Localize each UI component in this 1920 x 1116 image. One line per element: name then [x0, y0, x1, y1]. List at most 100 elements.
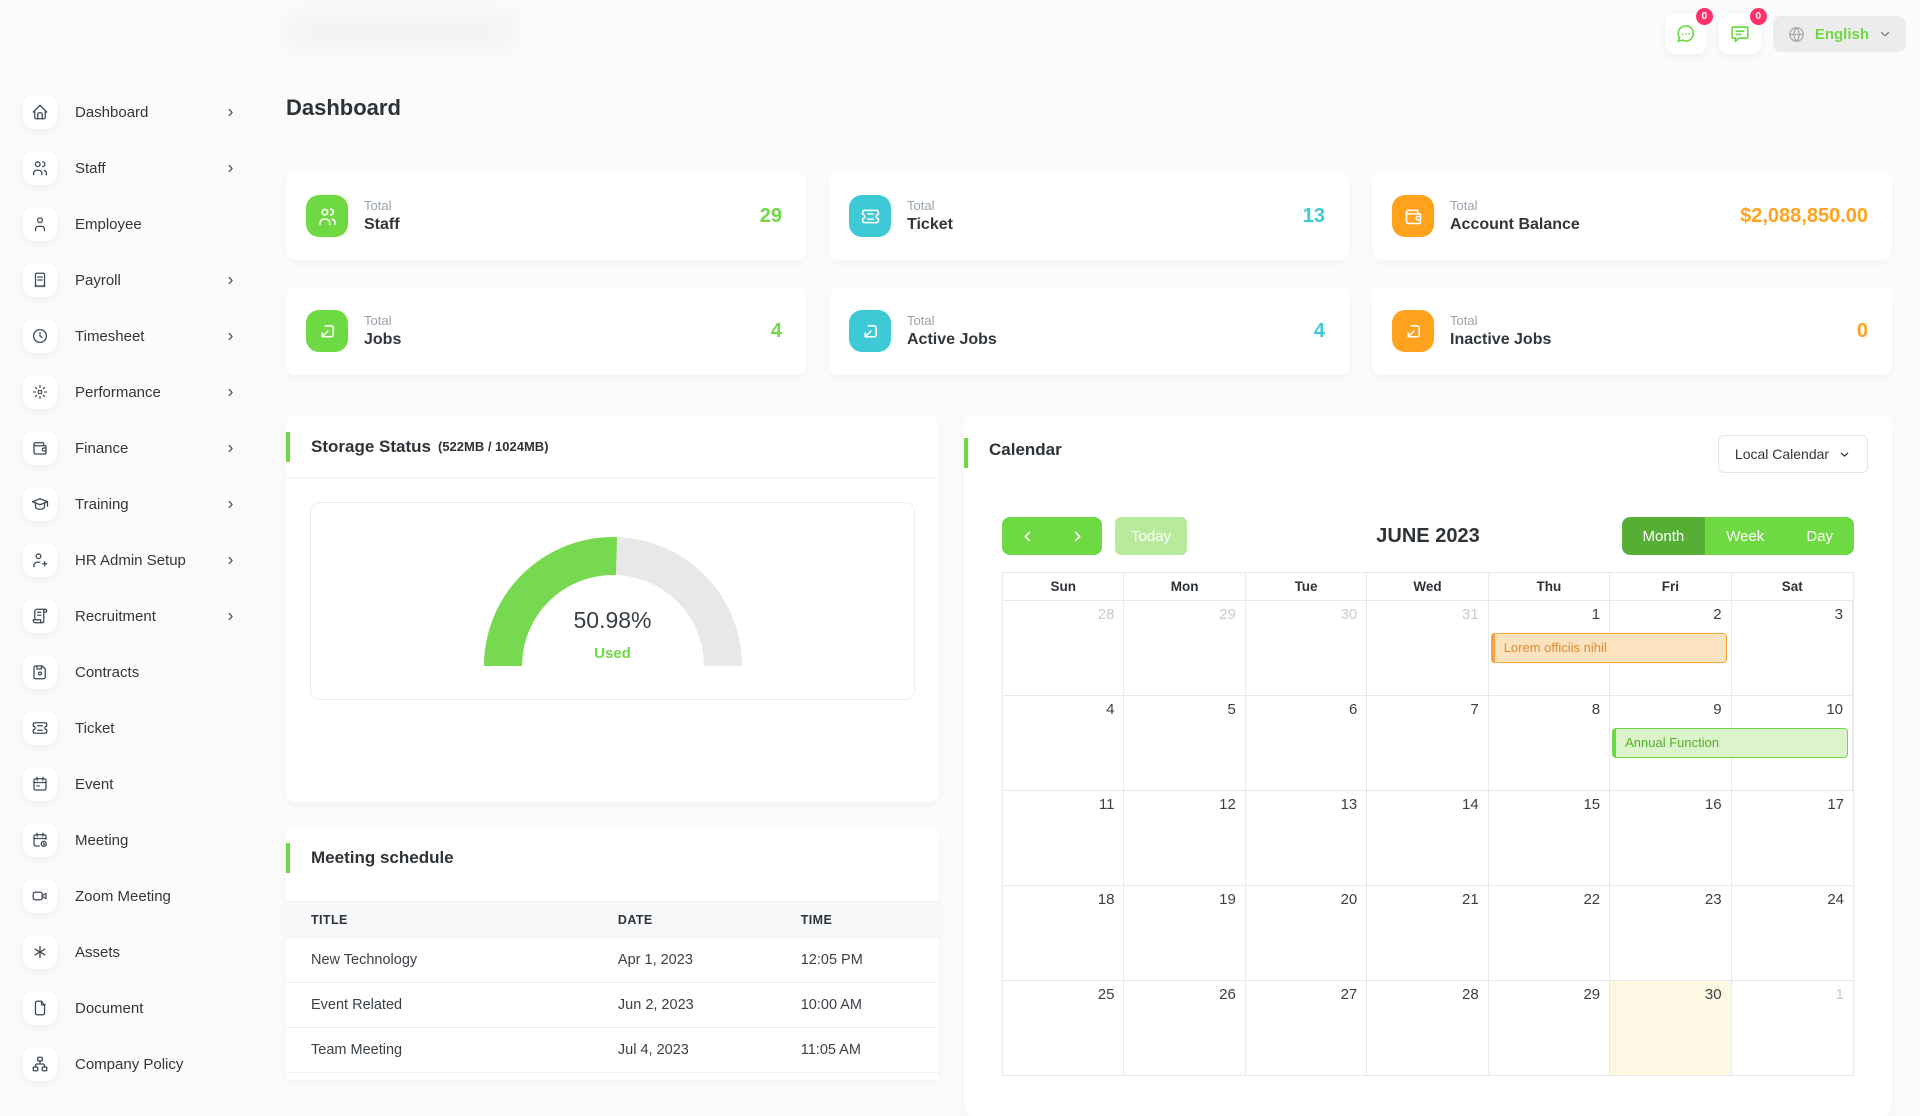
stat-card-value: 4: [771, 320, 782, 343]
globe-icon: [1787, 25, 1806, 44]
prev-month-button[interactable]: [1002, 517, 1052, 555]
calendar-day-header-mon: Mon: [1124, 573, 1245, 600]
sidebar-item-payroll[interactable]: Payroll: [0, 252, 262, 308]
sidebar-item-dashboard[interactable]: Dashboard: [0, 84, 262, 140]
table-header-row: TITLEDATETIME: [286, 902, 939, 938]
chevron-down-icon: [1838, 448, 1851, 461]
sidebar-item-performance[interactable]: Performance: [0, 364, 262, 420]
sidebar-item-finance[interactable]: Finance: [0, 420, 262, 476]
calendar-card: Calendar Local Calendar Today JUNE 2023 …: [964, 416, 1892, 1116]
calendar-day-cell-16[interactable]: 16: [1610, 791, 1731, 885]
calendar-day-cell-28[interactable]: 28: [1367, 981, 1488, 1075]
calendar-nav-group: [1002, 517, 1102, 555]
sidebar-item-recruitment[interactable]: Recruitment: [0, 588, 262, 644]
stat-card-text: Total Account Balance: [1450, 198, 1580, 234]
language-selector[interactable]: English: [1773, 16, 1906, 52]
calendar-day-cell-30[interactable]: 30: [1610, 981, 1731, 1075]
calendar-day-cell-26[interactable]: 26: [1124, 981, 1245, 1075]
sidebar-item-meeting[interactable]: Meeting: [0, 812, 262, 868]
calendar-day-cell-3[interactable]: 3: [1732, 601, 1853, 695]
calendar-day-cell-31[interactable]: 31: [1367, 601, 1488, 695]
notifications-button[interactable]: 0: [1719, 14, 1761, 54]
sidebar-item-label: Finance: [75, 440, 128, 457]
hierarchy-icon: [23, 1047, 57, 1081]
accent-bar: [286, 843, 290, 873]
stat-card-text: Total Active Jobs: [907, 313, 997, 349]
messages-badge: 0: [1696, 8, 1713, 25]
calendar-day-cell-19[interactable]: 19: [1124, 886, 1245, 980]
sidebar-nav: DashboardStaffEmployeePayrollTimesheetPe…: [0, 84, 262, 1092]
sidebar-item-contracts[interactable]: Contracts: [0, 644, 262, 700]
chevron-right-icon: [225, 443, 236, 454]
table-cell: 10:00 AM: [776, 983, 939, 1028]
floppy-icon: [23, 655, 57, 689]
calendar-clock-icon: [23, 823, 57, 857]
today-button[interactable]: Today: [1115, 517, 1187, 555]
calendar-day-cell-27[interactable]: 27: [1246, 981, 1367, 1075]
storage-percent: 50.98%: [311, 607, 914, 634]
screen-share-icon: [1392, 310, 1434, 352]
calendar-event[interactable]: Annual Function: [1612, 728, 1848, 758]
sidebar-item-event[interactable]: Event: [0, 756, 262, 812]
calendar-day-cell-1[interactable]: 1: [1732, 981, 1853, 1075]
calendar-day-cell-4[interactable]: 4: [1003, 696, 1124, 790]
column-header-title: TITLE: [286, 902, 593, 938]
calendar-day-cell-13[interactable]: 13: [1246, 791, 1367, 885]
stat-cards-grid: TotalStaff29TotalTicket13TotalAccount Ba…: [286, 172, 1892, 375]
stat-card-text: TotalJobs: [364, 313, 401, 349]
next-month-button[interactable]: [1052, 517, 1102, 555]
wallet-icon: [1392, 195, 1434, 237]
calendar-day-cell-15[interactable]: 15: [1489, 791, 1610, 885]
sidebar-item-company-policy[interactable]: Company Policy: [0, 1036, 262, 1092]
calendar-day-cell-25[interactable]: 25: [1003, 981, 1124, 1075]
sidebar-item-timesheet[interactable]: Timesheet: [0, 308, 262, 364]
calendar-view-week-button[interactable]: Week: [1705, 517, 1785, 555]
chevron-right-icon: [225, 275, 236, 286]
chevron-right-icon: [225, 499, 236, 510]
messages-button[interactable]: 0: [1665, 14, 1707, 54]
calendar-day-cell-28[interactable]: 28: [1003, 601, 1124, 695]
calendar-grid: SunMonTueWedThuFriSat 28293031123Lorem o…: [1002, 572, 1854, 1076]
stat-card-prefix: Total: [1450, 198, 1580, 213]
calendar-day-header-tue: Tue: [1246, 573, 1367, 600]
sidebar-item-staff[interactable]: Staff: [0, 140, 262, 196]
calendar-day-cell-7[interactable]: 7: [1367, 696, 1488, 790]
storage-used-label: Used: [311, 645, 914, 662]
calendar-day-cell-23[interactable]: 23: [1610, 886, 1731, 980]
calendar-day-cell-22[interactable]: 22: [1489, 886, 1610, 980]
calendar-day-cell-24[interactable]: 24: [1732, 886, 1853, 980]
calendar-day-cell-11[interactable]: 11: [1003, 791, 1124, 885]
stat-card-text: TotalInactive Jobs: [1450, 313, 1551, 349]
sidebar-item-ticket[interactable]: Ticket: [0, 700, 262, 756]
stat-card-label: Active Jobs: [907, 331, 997, 349]
user-icon: [23, 207, 57, 241]
calendar-view-month-button[interactable]: Month: [1622, 517, 1706, 555]
calendar-day-cell-20[interactable]: 20: [1246, 886, 1367, 980]
stat-card-label: Account Balance: [1450, 216, 1580, 234]
calendar-day-cell-18[interactable]: 18: [1003, 886, 1124, 980]
column-header-date: DATE: [593, 902, 776, 938]
calendar-source-select[interactable]: Local Calendar: [1718, 435, 1868, 473]
calendar-day-cell-17[interactable]: 17: [1732, 791, 1853, 885]
calendar-view-day-button[interactable]: Day: [1785, 517, 1854, 555]
calendar-day-cell-21[interactable]: 21: [1367, 886, 1488, 980]
calendar-day-cell-8[interactable]: 8: [1489, 696, 1610, 790]
calendar-day-cell-14[interactable]: 14: [1367, 791, 1488, 885]
calendar-day-cell-5[interactable]: 5: [1124, 696, 1245, 790]
sidebar-item-label: Assets: [75, 944, 120, 961]
calendar-day-cell-29[interactable]: 29: [1489, 981, 1610, 1075]
stat-card-prefix: Total: [907, 313, 997, 328]
sidebar-item-hr-admin-setup[interactable]: HR Admin Setup: [0, 532, 262, 588]
sidebar-item-employee[interactable]: Employee: [0, 196, 262, 252]
calendar-day-cell-12[interactable]: 12: [1124, 791, 1245, 885]
sidebar-item-document[interactable]: Document: [0, 980, 262, 1036]
calendar-event[interactable]: Lorem officiis nihil: [1491, 633, 1727, 663]
calendar-day-cell-6[interactable]: 6: [1246, 696, 1367, 790]
calendar-day-cell-29[interactable]: 29: [1124, 601, 1245, 695]
sidebar-item-training[interactable]: Training: [0, 476, 262, 532]
sidebar-item-zoom-meeting[interactable]: Zoom Meeting: [0, 868, 262, 924]
language-label: English: [1815, 26, 1869, 43]
storage-gauge-panel: 50.98% Used: [310, 502, 915, 700]
sidebar-item-assets[interactable]: Assets: [0, 924, 262, 980]
calendar-day-cell-30[interactable]: 30: [1246, 601, 1367, 695]
